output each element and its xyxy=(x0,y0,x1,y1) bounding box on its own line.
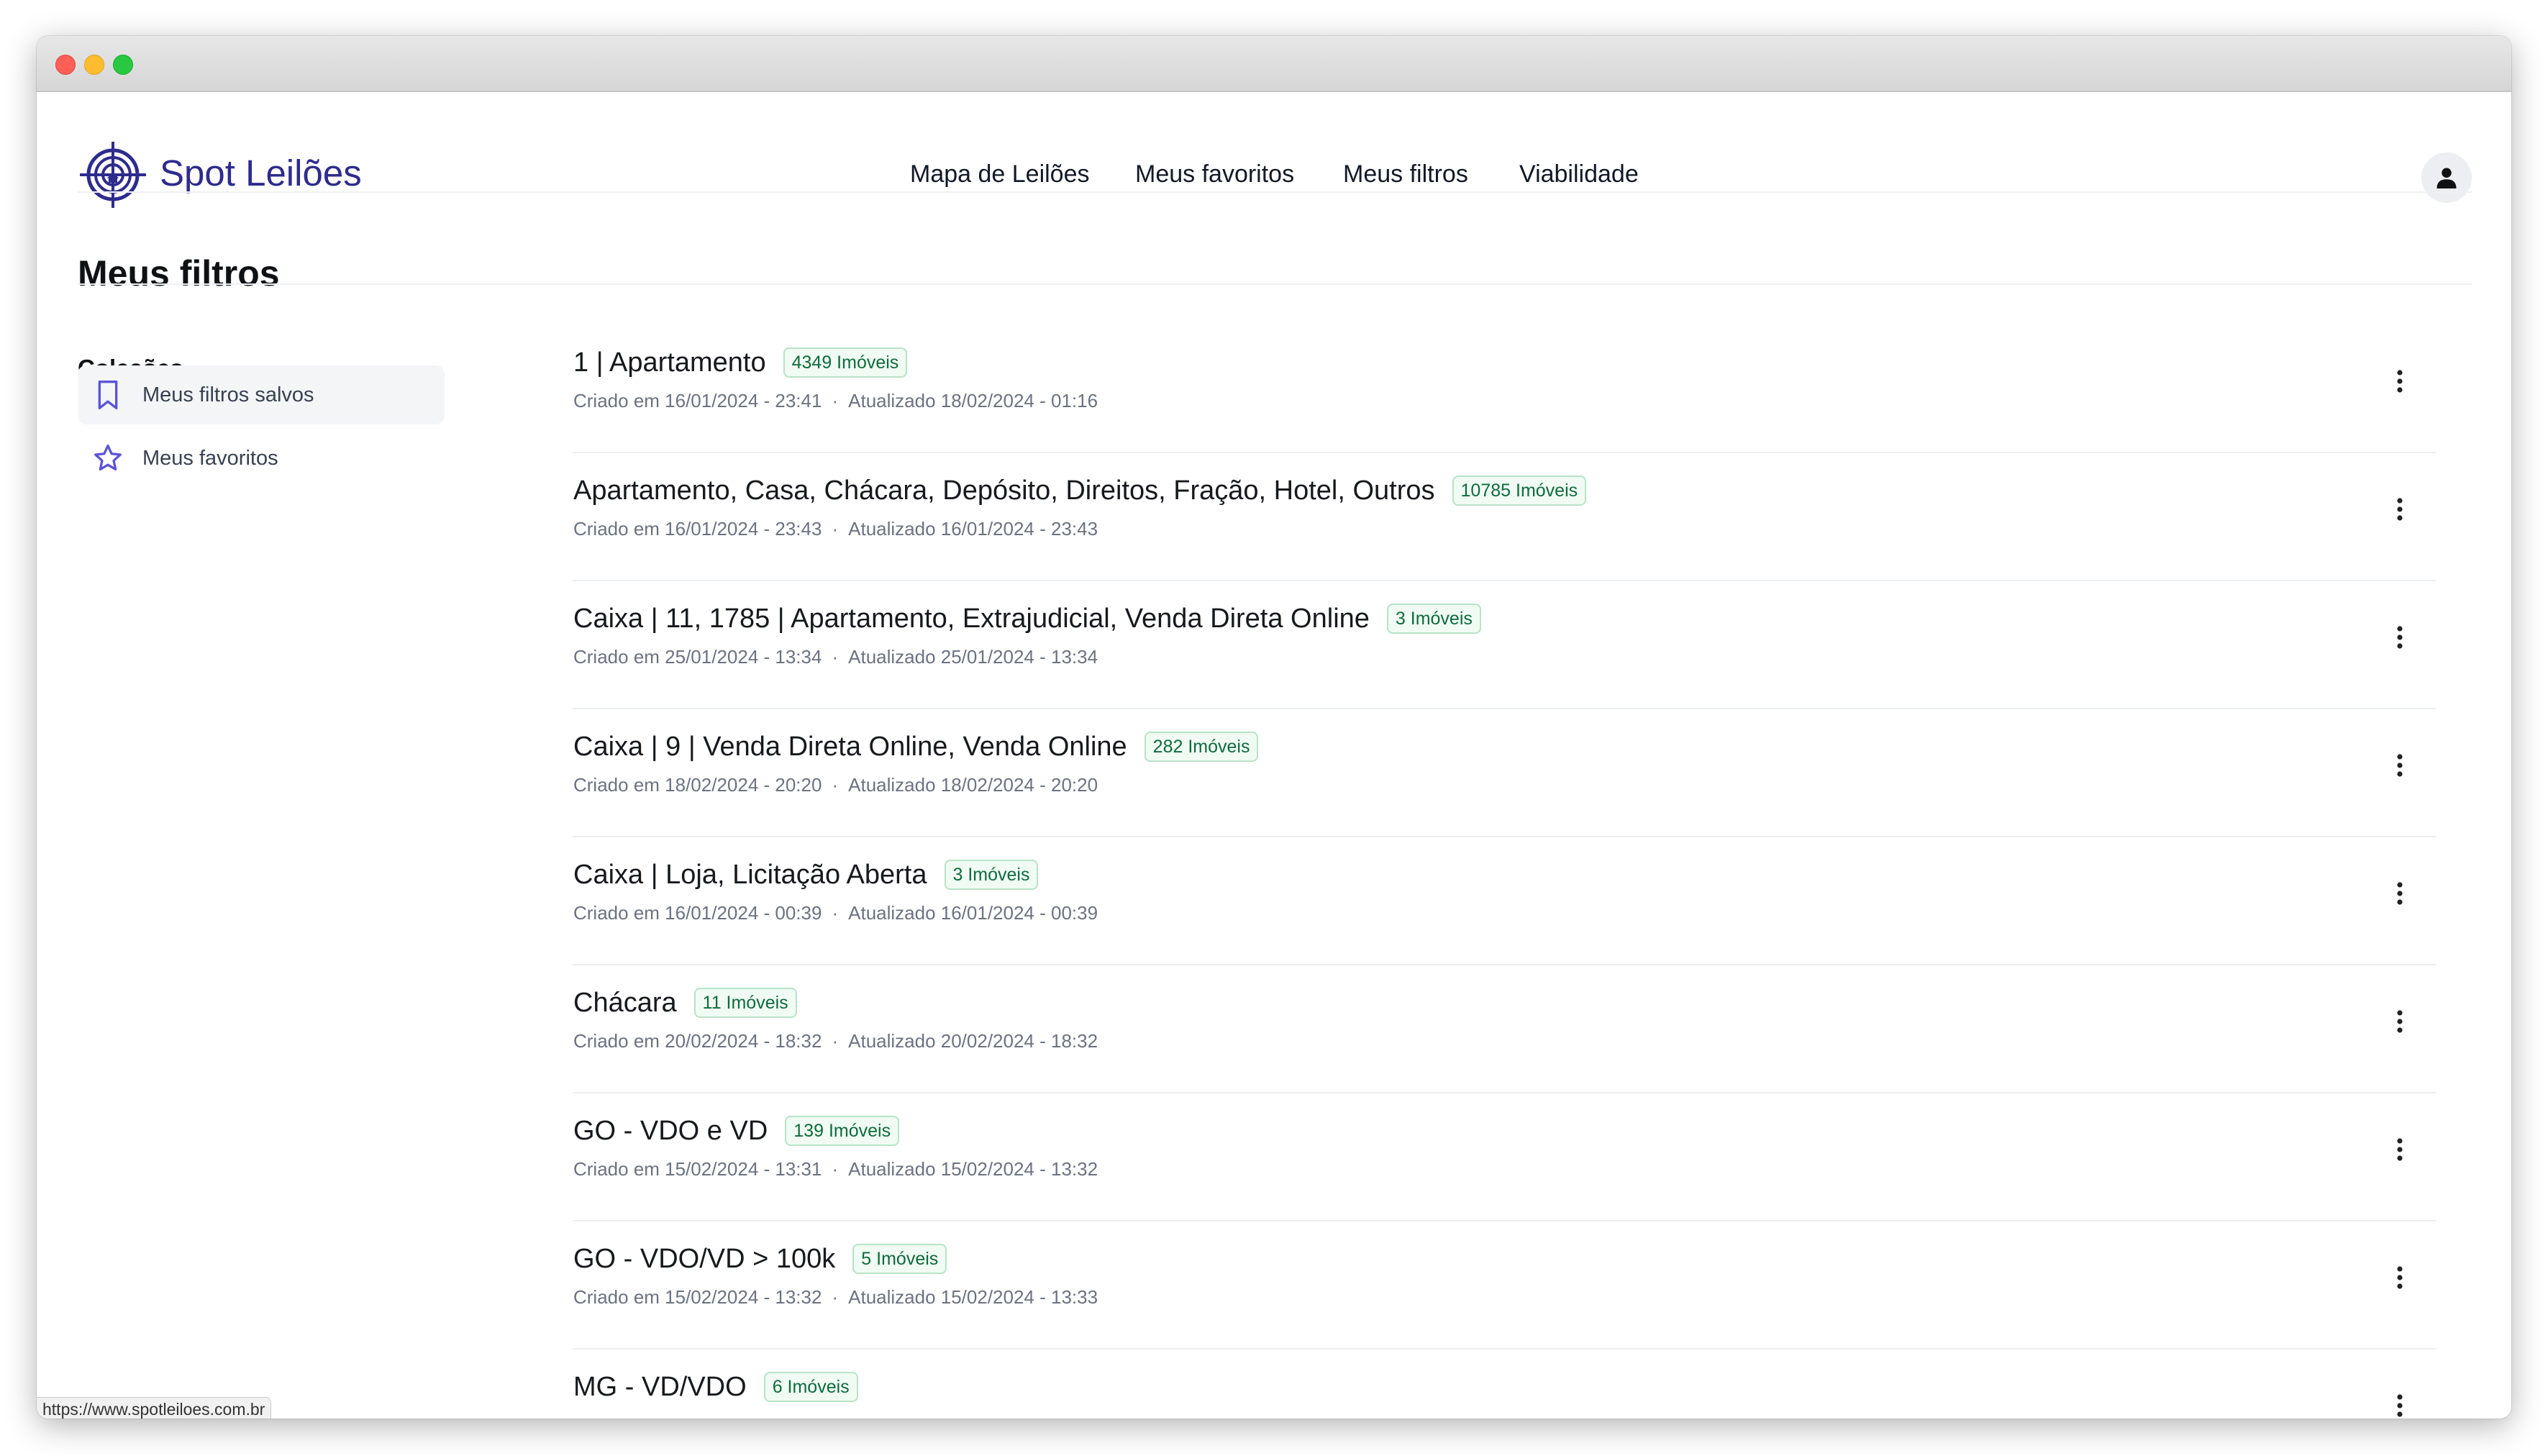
sidebar-item-meus-favoritos[interactable]: Meus favoritos xyxy=(78,429,445,488)
count-badge: 5 Imóveis xyxy=(852,1244,947,1274)
title-divider xyxy=(78,283,2472,285)
updated-date: Atualizado 16/01/2024 - 23:43 xyxy=(848,518,1098,540)
updated-date: Atualizado 25/01/2024 - 13:34 xyxy=(848,646,1098,668)
sidebar-item-label: Meus filtros salvos xyxy=(142,383,314,406)
more-options-button[interactable] xyxy=(2378,872,2421,915)
filter-title[interactable]: Apartamento, Casa, Chácara, Depósito, Di… xyxy=(573,475,1435,506)
count-badge: 11 Imóveis xyxy=(693,988,797,1018)
user-avatar-button[interactable] xyxy=(2421,153,2472,203)
filter-row[interactable]: GO - VDO/VD > 100k 5 Imóveis Criado em 1… xyxy=(573,1220,2436,1350)
count-badge: 139 Imóveis xyxy=(785,1116,900,1146)
updated-date: Atualizado 18/02/2024 - 01:16 xyxy=(848,390,1098,411)
created-date: Criado em 16/01/2024 - 00:39 xyxy=(573,902,822,924)
filter-meta: Criado em 16/01/2024 - 23:41 · Atualizado … xyxy=(573,390,1098,411)
filter-row[interactable]: Caixa | 11, 1785 | Apartamento, Extrajud… xyxy=(573,580,2436,709)
more-options-button[interactable] xyxy=(2378,1000,2421,1043)
nav-meus-filtros[interactable]: Meus filtros xyxy=(1343,160,1468,188)
bookmark-icon xyxy=(90,377,126,413)
more-vertical-icon xyxy=(2397,1266,2403,1289)
more-vertical-icon xyxy=(2397,882,2403,905)
more-options-button[interactable] xyxy=(2378,744,2421,787)
minimize-window-button[interactable] xyxy=(84,55,104,75)
count-badge: 3 Imóveis xyxy=(944,860,1039,890)
count-badge: 10785 Imóveis xyxy=(1452,476,1587,506)
filter-row[interactable]: 1 | Apartamento 4349 Imóveis Criado em 1… xyxy=(573,324,2436,453)
filter-row[interactable]: Apartamento, Casa, Chácara, Depósito, Di… xyxy=(573,452,2436,581)
filter-title[interactable]: GO - VDO/VD > 100k xyxy=(573,1243,835,1275)
updated-date: Atualizado 15/02/2024 - 13:33 xyxy=(848,1286,1098,1308)
target-logo-icon[interactable] xyxy=(77,139,149,211)
filter-title[interactable]: 1 | Apartamento xyxy=(573,347,766,378)
created-date: Criado em 25/01/2024 - 13:34 xyxy=(573,646,822,668)
star-icon xyxy=(90,440,126,476)
status-bar-url: https://www.spotleiloes.com.br xyxy=(37,1397,272,1419)
more-options-button[interactable] xyxy=(2378,360,2421,403)
filter-row[interactable]: Caixa | 9 | Venda Direta Online, Venda O… xyxy=(573,708,2436,837)
more-vertical-icon xyxy=(2397,1138,2403,1161)
filter-row[interactable]: MG - VD/VDO 6 Imóveis xyxy=(573,1348,2436,1419)
updated-date: Atualizado 15/02/2024 - 13:32 xyxy=(848,1158,1098,1180)
more-options-button[interactable] xyxy=(2378,1128,2421,1171)
created-date: Criado em 15/02/2024 - 13:31 xyxy=(573,1158,822,1180)
filter-title[interactable]: Caixa | 9 | Venda Direta Online, Venda O… xyxy=(573,731,1127,763)
created-date: Criado em 20/02/2024 - 18:32 xyxy=(573,1030,822,1052)
more-options-button[interactable] xyxy=(2378,1256,2421,1299)
more-vertical-icon xyxy=(2397,1394,2403,1417)
more-options-button[interactable] xyxy=(2378,1384,2421,1419)
filter-title[interactable]: Chácara xyxy=(573,987,677,1019)
filter-title[interactable]: Caixa | 11, 1785 | Apartamento, Extrajud… xyxy=(573,603,1370,634)
nav-mapa-de-leiloes[interactable]: Mapa de Leilões xyxy=(910,160,1090,188)
brand-name[interactable]: Spot Leilões xyxy=(160,152,362,195)
updated-date: Atualizado 18/02/2024 - 20:20 xyxy=(848,774,1098,796)
created-date: Criado em 16/01/2024 - 23:41 xyxy=(573,390,822,411)
close-window-button[interactable] xyxy=(55,55,76,75)
updated-date: Atualizado 20/02/2024 - 18:32 xyxy=(848,1030,1098,1052)
sidebar-item-meus-filtros-salvos[interactable]: Meus filtros salvos xyxy=(78,365,445,424)
more-options-button[interactable] xyxy=(2378,616,2421,659)
filter-meta: Criado em 15/02/2024 - 13:32 · Atualizado … xyxy=(573,1286,1098,1308)
more-vertical-icon xyxy=(2397,1010,2403,1033)
navbar-divider xyxy=(78,191,2472,193)
filter-title[interactable]: Caixa | Loja, Licitação Aberta xyxy=(573,859,927,891)
more-vertical-icon xyxy=(2397,626,2403,649)
filter-title[interactable]: MG - VD/VDO xyxy=(573,1371,747,1403)
browser-window: Spot Leilões Mapa de Leilões Meus favori… xyxy=(37,36,2511,1419)
nav-viabilidade[interactable]: Viabilidade xyxy=(1519,160,1639,188)
filter-meta: Criado em 16/01/2024 - 23:43 · Atualizado … xyxy=(573,518,1098,540)
count-badge: 4349 Imóveis xyxy=(783,347,908,378)
more-vertical-icon xyxy=(2397,370,2403,393)
more-vertical-icon xyxy=(2397,498,2403,521)
count-badge: 282 Imóveis xyxy=(1144,732,1259,762)
filter-meta: Criado em 15/02/2024 - 13:31 · Atualizado … xyxy=(573,1158,1098,1180)
user-icon xyxy=(2436,168,2457,188)
nav-meus-favoritos[interactable]: Meus favoritos xyxy=(1135,160,1294,188)
filter-row[interactable]: Chácara 11 Imóveis Criado em 20/02/2024 … xyxy=(573,964,2436,1093)
top-navbar: Spot Leilões Mapa de Leilões Meus favori… xyxy=(37,92,2511,227)
filter-row[interactable]: Caixa | Loja, Licitação Aberta 3 Imóveis… xyxy=(573,836,2436,965)
updated-date: Atualizado 16/01/2024 - 00:39 xyxy=(848,902,1098,924)
window-titlebar xyxy=(37,36,2511,92)
created-date: Criado em 16/01/2024 - 23:43 xyxy=(573,518,822,540)
filter-meta: Criado em 16/01/2024 - 00:39 · Atualizado … xyxy=(573,902,1098,924)
filter-row[interactable]: GO - VDO e VD 139 Imóveis Criado em 15/0… xyxy=(573,1092,2436,1221)
filter-meta: Criado em 20/02/2024 - 18:32 · Atualizado … xyxy=(573,1030,1098,1052)
more-vertical-icon xyxy=(2397,754,2403,777)
page-title: Meus filtros xyxy=(78,253,280,294)
count-badge: 3 Imóveis xyxy=(1386,604,1481,634)
filter-title[interactable]: GO - VDO e VD xyxy=(573,1115,768,1147)
maximize-window-button[interactable] xyxy=(113,55,133,75)
created-date: Criado em 18/02/2024 - 20:20 xyxy=(573,774,822,796)
count-badge: 6 Imóveis xyxy=(763,1372,858,1402)
filter-meta: Criado em 18/02/2024 - 20:20 · Atualizado … xyxy=(573,774,1098,796)
more-options-button[interactable] xyxy=(2378,488,2421,531)
created-date: Criado em 15/02/2024 - 13:32 xyxy=(573,1286,822,1308)
filter-meta: Criado em 25/01/2024 - 13:34 · Atualizado … xyxy=(573,646,1098,668)
sidebar-item-label: Meus favoritos xyxy=(142,446,278,470)
